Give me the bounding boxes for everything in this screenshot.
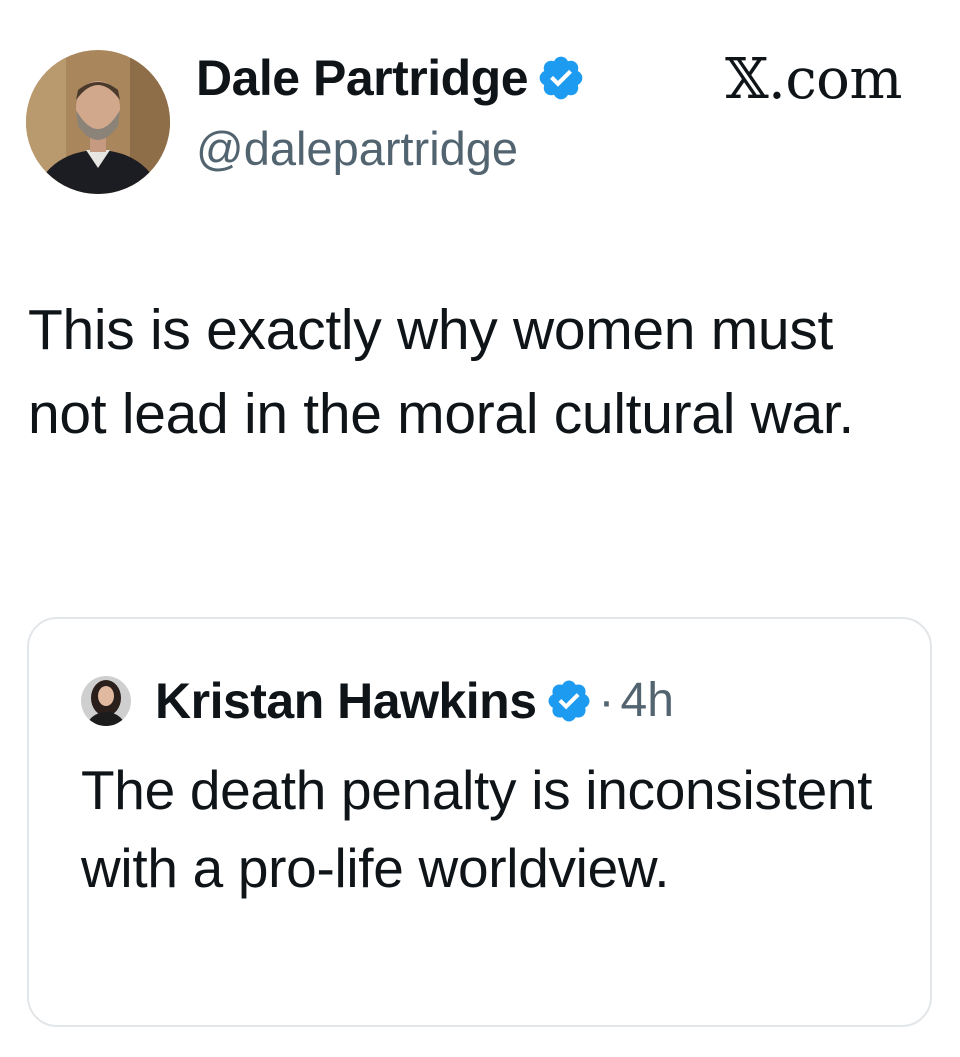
quoted-tweet-card[interactable]: Kristan Hawkins · 4h The death penalty i…: [27, 617, 932, 1027]
quoted-tweet-header: Kristan Hawkins · 4h: [81, 667, 674, 735]
author-handle[interactable]: @dalepartridge: [196, 117, 518, 181]
tweet-text: This is exactly why women must not lead …: [28, 298, 854, 446]
verified-badge-icon: [539, 56, 583, 100]
quoted-verified-badge-icon: [548, 680, 590, 722]
author-display-name-row[interactable]: Dale Partridge: [196, 44, 586, 112]
x-com-label: 𝕏.com: [725, 46, 902, 115]
author-avatar-image: [26, 50, 170, 194]
author-avatar[interactable]: [26, 50, 170, 194]
quoted-tweet-separator: ·: [598, 674, 615, 728]
quoted-tweet-timestamp[interactable]: 4h: [621, 667, 674, 735]
quoted-author-avatar-image: [81, 676, 131, 726]
quoted-author-avatar[interactable]: [81, 676, 131, 726]
site-label-text: 𝕏.com: [725, 47, 902, 112]
quoted-tweet-text: The death penalty is inconsistent with a…: [81, 759, 873, 899]
author-display-name[interactable]: Dale Partridge: [196, 44, 529, 112]
quoted-author-display-name[interactable]: Kristan Hawkins: [155, 667, 537, 735]
